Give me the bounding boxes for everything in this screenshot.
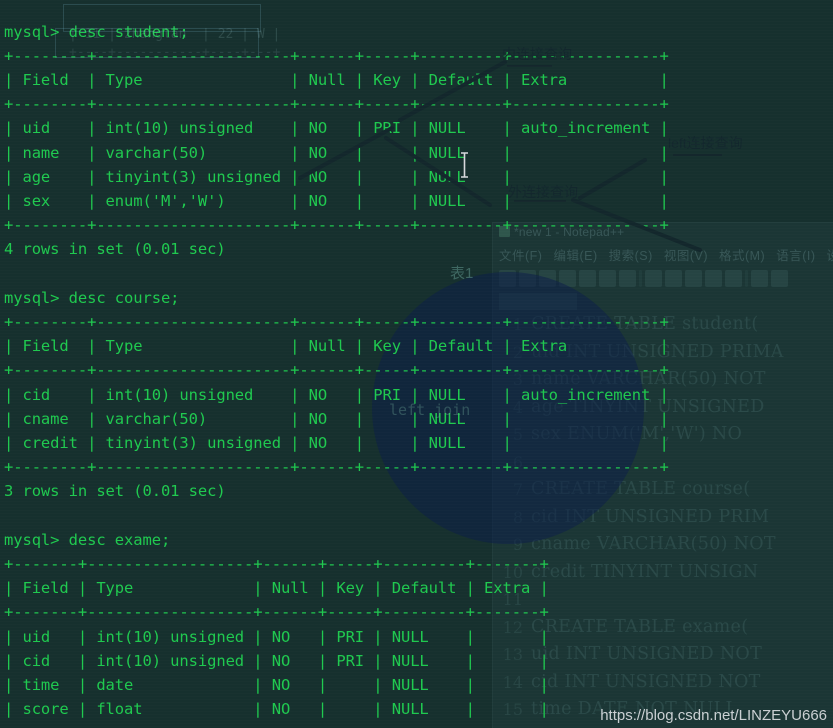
terminal-output[interactable]: mysql> desc student; +--------+---------… — [0, 16, 833, 728]
screen-root: *new 1 - Notepad++ 文件(F) 编辑(E) 搜索(S) 视图(V) 格… — [0, 0, 833, 728]
